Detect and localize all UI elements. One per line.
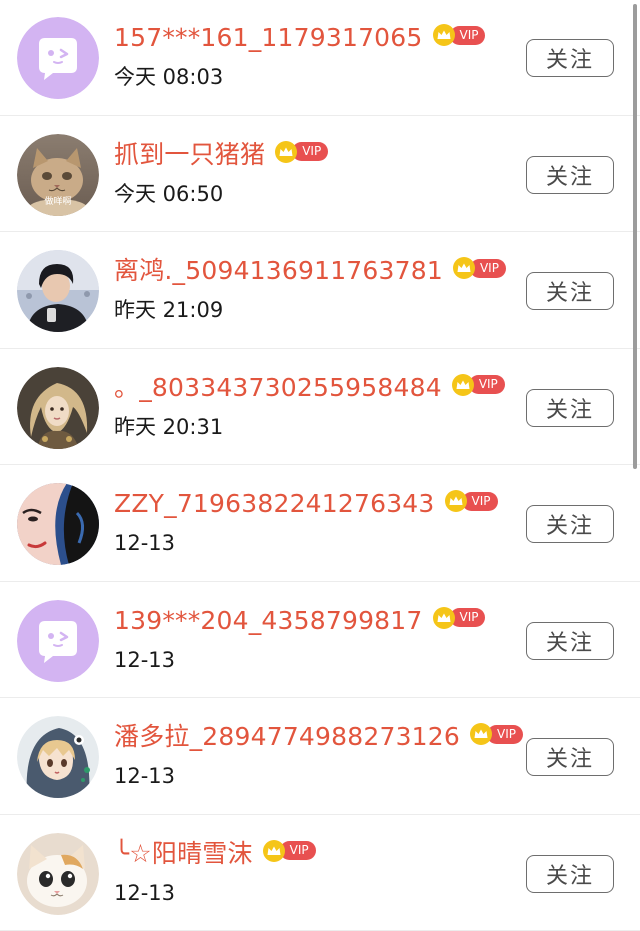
follow-time: 12-13: [114, 530, 175, 556]
follow-time: 12-13: [114, 647, 175, 673]
list-item[interactable]: 潘多拉_2894774988273126 VIP 12-13 关注: [0, 698, 640, 815]
name-line: 157***161_1179317065 VIP: [114, 22, 485, 54]
vip-badge: VIP: [452, 257, 506, 279]
list-item[interactable]: 157***161_1179317065 VIP 今天 08:03 关注: [0, 0, 640, 116]
follow-button[interactable]: 关注: [526, 738, 614, 776]
follow-button[interactable]: 关注: [526, 39, 614, 77]
name-line: 潘多拉_2894774988273126 VIP: [114, 721, 523, 753]
name-line: ╰☆阳晴雪沫 VIP: [114, 838, 316, 870]
name-line: 。_803343730255958484 VIP: [114, 372, 505, 404]
avatar-caption: 做咩啊: [44, 195, 71, 207]
list-item[interactable]: ╰☆阳晴雪沫 VIP 12-13 关注: [0, 815, 640, 931]
user-name[interactable]: ╰☆阳晴雪沫: [114, 838, 253, 870]
cat-photo-avatar[interactable]: 做咩啊: [17, 134, 99, 216]
follow-list: 157***161_1179317065 VIP 今天 08:03 关注: [0, 0, 640, 931]
default-chat-bubble-avatar[interactable]: [17, 600, 99, 682]
user-name[interactable]: ZZY_7196382241276343: [114, 488, 435, 520]
crown-icon: [262, 840, 286, 862]
vip-badge: VIP: [469, 723, 523, 745]
follow-button[interactable]: 关注: [526, 855, 614, 893]
follow-button[interactable]: 关注: [526, 622, 614, 660]
follow-time: 12-13: [114, 763, 175, 789]
follow-button[interactable]: 关注: [526, 272, 614, 310]
user-name[interactable]: 157***161_1179317065: [114, 22, 423, 54]
follow-time: 昨天 21:09: [114, 297, 223, 323]
vip-badge: VIP: [451, 374, 505, 396]
follow-button[interactable]: 关注: [526, 156, 614, 194]
vip-badge: VIP: [432, 607, 486, 629]
list-item[interactable]: 139***204_4358799817 VIP 12-13 关注: [0, 582, 640, 699]
vip-badge: VIP: [432, 24, 486, 46]
user-name[interactable]: 。_803343730255958484: [114, 372, 442, 404]
follow-time: 12-13: [114, 880, 175, 906]
user-name[interactable]: 抓到一只猪猪: [114, 139, 265, 171]
vip-badge: VIP: [274, 141, 328, 163]
crown-icon: [444, 490, 468, 512]
illustrated-face-avatar[interactable]: [17, 483, 99, 565]
list-item[interactable]: ZZY_7196382241276343 VIP 12-13 关注: [0, 465, 640, 582]
name-line: 抓到一只猪猪 VIP: [114, 139, 328, 171]
vip-badge: VIP: [444, 490, 498, 512]
default-chat-bubble-avatar[interactable]: [17, 17, 99, 99]
crown-icon: [452, 257, 476, 279]
crown-icon: [432, 607, 456, 629]
list-item[interactable]: 做咩啊 抓到一只猪猪 VIP 今天 06:50 关注: [0, 116, 640, 233]
illustrated-girl-avatar[interactable]: [17, 367, 99, 449]
name-line: 139***204_4358799817 VIP: [114, 605, 485, 637]
list-item[interactable]: 。_803343730255958484 VIP 昨天 20:31 关注: [0, 349, 640, 466]
user-name[interactable]: 离鸿._5094136911763781: [114, 255, 443, 287]
follow-time: 昨天 20:31: [114, 414, 223, 440]
follow-time: 今天 06:50: [114, 181, 223, 207]
name-line: ZZY_7196382241276343 VIP: [114, 488, 498, 520]
user-name[interactable]: 潘多拉_2894774988273126: [114, 721, 460, 753]
vip-badge: VIP: [262, 840, 316, 862]
follow-button[interactable]: 关注: [526, 505, 614, 543]
crown-icon: [451, 374, 475, 396]
follow-button[interactable]: 关注: [526, 389, 614, 427]
person-photo-avatar[interactable]: [17, 250, 99, 332]
kitten-photo-avatar[interactable]: [17, 833, 99, 915]
name-line: 离鸿._5094136911763781 VIP: [114, 255, 506, 287]
scrollbar[interactable]: [633, 4, 637, 469]
user-name[interactable]: 139***204_4358799817: [114, 605, 423, 637]
anime-girl-avatar[interactable]: [17, 716, 99, 798]
follow-time: 今天 08:03: [114, 64, 223, 90]
crown-icon: [432, 24, 456, 46]
crown-icon: [274, 141, 298, 163]
crown-icon: [469, 723, 493, 745]
list-item[interactable]: 离鸿._5094136911763781 VIP 昨天 21:09 关注: [0, 232, 640, 349]
